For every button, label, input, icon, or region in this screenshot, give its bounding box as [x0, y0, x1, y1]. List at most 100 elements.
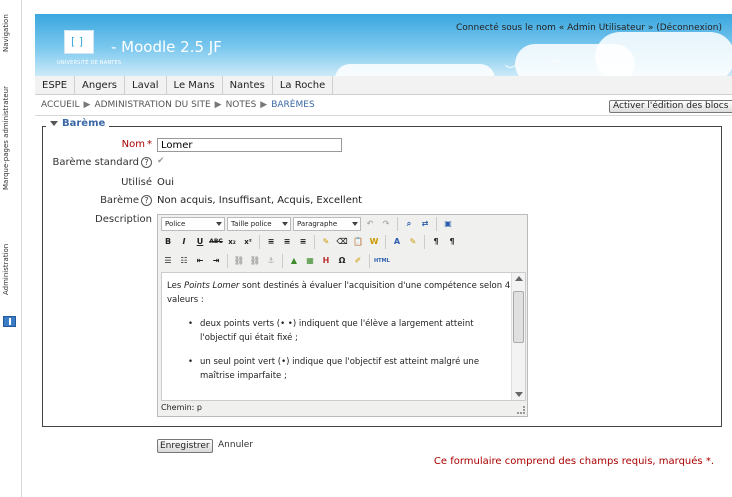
dock-tab-navigation[interactable]: Navigation	[2, 8, 18, 58]
page: ︶ ︶ UNIVERSITÉ DE NANTES - Moodle 2.5 JF…	[35, 0, 732, 497]
save-button[interactable]: Enregistrer	[157, 439, 213, 453]
editor-path: Chemin: p	[161, 403, 202, 412]
strikethrough-icon[interactable]: ABC	[209, 235, 223, 249]
breadcrumb-site-admin[interactable]: ADMINISTRATION DU SITE	[94, 100, 210, 110]
menu-item-laval[interactable]: Laval	[125, 76, 167, 95]
resize-handle-icon[interactable]	[517, 406, 525, 414]
editor-scrollbar[interactable]	[511, 273, 525, 400]
logo-caption: UNIVERSITÉ DE NANTES	[57, 60, 122, 66]
toolbar-separator	[227, 254, 228, 268]
bold-icon[interactable]: B	[161, 235, 175, 249]
link-icon[interactable]: ⛓	[232, 254, 246, 268]
font-size-select[interactable]: Taille police	[227, 217, 291, 231]
find-icon[interactable]: ⌕	[402, 217, 416, 231]
rtl-icon[interactable]: ¶	[445, 235, 459, 249]
background-color-icon[interactable]: ✎	[406, 235, 420, 249]
replace-icon[interactable]: ⇄	[418, 217, 432, 231]
help-icon[interactable]: ?	[141, 195, 152, 206]
edit-blocks-button[interactable]: Activer l'édition des blocs	[609, 100, 732, 113]
toolbar-separator	[314, 235, 315, 249]
scale-label: Barème ?	[100, 195, 152, 206]
indent-icon[interactable]: ⇥	[209, 254, 223, 268]
redo-icon[interactable]: ↷	[379, 217, 393, 231]
breadcrumb-separator: ▶	[83, 100, 91, 110]
breadcrumb-separator: ▶	[214, 100, 222, 110]
help-icon[interactable]: ?	[141, 157, 152, 168]
editor-content-area[interactable]: Les Points Lomer sont destinés à évaluer…	[161, 272, 526, 401]
align-left-icon[interactable]: ≡	[264, 235, 278, 249]
anchor-icon[interactable]: ⚓	[264, 254, 278, 268]
menu-item-nantes[interactable]: Nantes	[223, 76, 273, 95]
clean-code-icon[interactable]: ✎	[319, 235, 333, 249]
used-label: Utilisé	[121, 177, 152, 188]
content-bullet: un seul point vert (•) indique que l'obj…	[188, 355, 512, 383]
menu-item-le-mans[interactable]: Le Mans	[167, 76, 223, 95]
align-center-icon[interactable]: ≡	[280, 235, 294, 249]
login-info[interactable]: Connecté sous le nom « Admin Utilisateur…	[456, 23, 722, 33]
menu-item-espe[interactable]: ESPE	[35, 76, 76, 95]
name-label: Nom *	[122, 139, 152, 150]
fullscreen-icon[interactable]: ▣	[441, 217, 455, 231]
undo-icon[interactable]: ↶	[363, 217, 377, 231]
spellcheck-icon[interactable]: ✐	[351, 254, 365, 268]
university-logo[interactable]	[64, 30, 94, 54]
scroll-down-arrow-icon[interactable]	[515, 392, 523, 397]
menu-item-la-roche[interactable]: La Roche	[273, 76, 334, 95]
legend-label: Barème	[62, 118, 106, 129]
breadcrumb-separator: ▶	[260, 100, 268, 110]
breadcrumb-home[interactable]: ACCUEIL	[41, 100, 80, 110]
align-right-icon[interactable]: ≡	[296, 235, 310, 249]
cancel-link[interactable]: Annuler	[218, 440, 253, 450]
name-label-text: Nom	[121, 139, 145, 150]
format-select[interactable]: Paragraphe	[293, 217, 361, 231]
breadcrumb-grades[interactable]: NOTES	[226, 100, 257, 110]
superscript-icon[interactable]: x²	[241, 235, 255, 249]
side-dock: Navigation Marque-pages administrateur A…	[0, 0, 22, 497]
text-color-icon[interactable]: A	[390, 235, 404, 249]
editor-toolbar: Police Taille police Paragraphe ↶ ↷ ⌕ ⇄ …	[158, 215, 527, 271]
paste-text-icon[interactable]: 📋	[351, 235, 365, 249]
scroll-thumb[interactable]	[513, 291, 524, 343]
intro-paragraph: Les Points Lomer sont destinés à évaluer…	[167, 279, 512, 307]
name-field[interactable]	[157, 138, 342, 152]
dock-tab-administration[interactable]: Administration	[2, 238, 18, 300]
unlink-icon[interactable]: ⛓	[248, 254, 262, 268]
media-icon[interactable]: ▦	[303, 254, 317, 268]
toolbar-separator	[282, 254, 283, 268]
dock-tab-admin-bookmarks[interactable]: Marque-pages administrateur	[2, 78, 18, 198]
translate-icon[interactable]: H	[319, 254, 333, 268]
numbered-list-icon[interactable]: ☷	[177, 254, 191, 268]
toolbar-separator	[424, 235, 425, 249]
cloud-decoration	[595, 32, 732, 76]
breadcrumb-scales[interactable]: BARÈMES	[271, 100, 314, 110]
editor-content-text: Les Points Lomer sont destinés à évaluer…	[167, 279, 512, 383]
remove-format-icon[interactable]: ⌫	[335, 235, 349, 249]
fieldset-legend[interactable]: Barème	[46, 118, 110, 129]
menu-item-angers[interactable]: Angers	[75, 76, 126, 95]
font-select[interactable]: Police	[161, 217, 225, 231]
custom-menu: ESPE Angers Laval Le Mans Nantes La Roch…	[35, 76, 732, 95]
toolbar-separator	[436, 217, 437, 231]
breadcrumb: ACCUEIL ▶ ADMINISTRATION DU SITE ▶ NOTES…	[41, 100, 315, 110]
italic-icon[interactable]: I	[177, 235, 191, 249]
underline-icon[interactable]: U	[193, 235, 207, 249]
html-editor: Police Taille police Paragraphe ↶ ↷ ⌕ ⇄ …	[157, 214, 528, 417]
subscript-icon[interactable]: x₂	[225, 235, 239, 249]
outdent-icon[interactable]: ⇤	[193, 254, 207, 268]
html-source-icon[interactable]: HTML	[374, 254, 390, 268]
paste-word-icon[interactable]: W	[367, 235, 381, 249]
scroll-up-arrow-icon[interactable]	[515, 276, 523, 281]
bullet-list-icon[interactable]: ☰	[161, 254, 175, 268]
standard-label: Barème standard ?	[53, 157, 152, 168]
standard-checkbox: ✔	[157, 156, 165, 166]
dock-toggle-icon[interactable]	[3, 316, 16, 327]
ltr-icon[interactable]: ¶	[429, 235, 443, 249]
site-title[interactable]: - Moodle 2.5 JF	[111, 38, 222, 56]
image-icon[interactable]: ▲	[287, 254, 301, 268]
required-asterisk: *	[147, 139, 152, 150]
intro-emphasis: Points Lomer	[183, 281, 240, 291]
toolbar-row-1: Police Taille police Paragraphe ↶ ↷ ⌕ ⇄ …	[161, 216, 455, 232]
content-bullet-list: deux points verts (• •) indiquent que l'…	[188, 317, 512, 383]
toolbar-separator	[385, 235, 386, 249]
special-char-icon[interactable]: Ω	[335, 254, 349, 268]
